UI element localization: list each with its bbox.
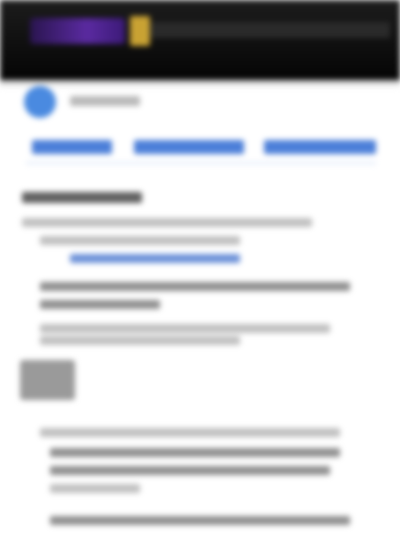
text-line [40,324,330,333]
text-line [50,466,330,475]
brand-logo-accent [130,16,150,46]
tab-2[interactable] [134,140,244,154]
text-line [40,300,160,309]
text-line [40,428,340,437]
post-tabs [26,128,376,164]
text-line [40,336,240,345]
text-line [50,516,350,525]
text-line [50,448,340,457]
user-avatar-icon[interactable] [24,86,56,118]
header-shadow [0,80,400,88]
section-marker [20,360,75,400]
text-line [40,236,240,245]
author-name[interactable] [70,96,140,106]
tab-1[interactable] [32,140,112,154]
text-line [40,282,350,291]
section-heading [22,192,142,203]
tab-3[interactable] [264,140,376,154]
header-nav[interactable] [150,22,390,38]
brand-logo-mark [30,18,125,44]
text-line [50,484,140,493]
text-line [22,218,312,227]
text-link[interactable] [70,254,240,263]
brand-logo-icon[interactable] [30,14,150,50]
tab-divider [26,162,376,164]
app-header [0,0,400,80]
